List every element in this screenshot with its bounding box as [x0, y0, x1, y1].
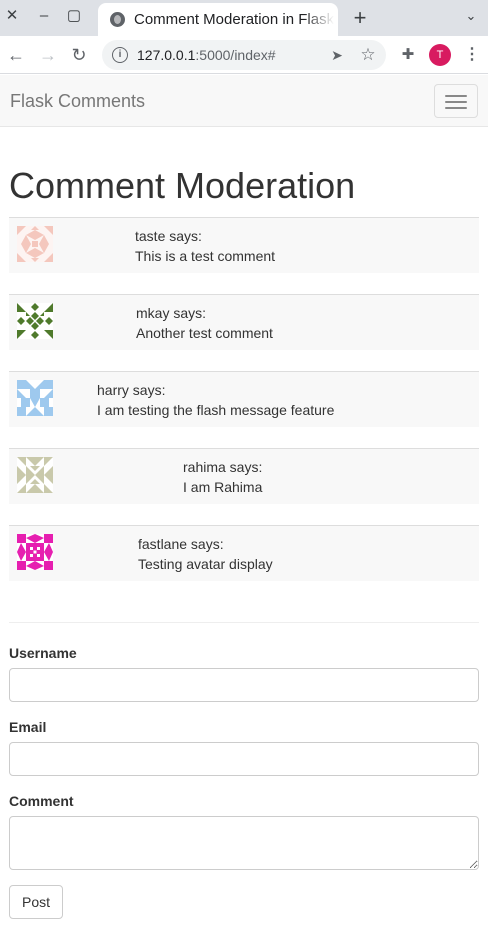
- comment-text: I am testing the flash message feature: [97, 402, 335, 418]
- forward-icon[interactable]: →: [37, 44, 59, 66]
- username-label: Username: [9, 645, 77, 661]
- comment-author: fastlane says:: [138, 536, 224, 552]
- divider: [9, 622, 479, 623]
- username-input[interactable]: [9, 668, 479, 702]
- email-input[interactable]: [9, 742, 479, 776]
- comment-item: mkay says: Another test comment: [9, 294, 479, 350]
- chevron-down-icon[interactable]: ⌄: [460, 8, 482, 28]
- comment-item: harry says: I am testing the flash messa…: [9, 371, 479, 427]
- url-text[interactable]: 127.0.0.1:5000/index#: [137, 47, 276, 63]
- brand-link[interactable]: Flask Comments: [10, 91, 145, 112]
- browser-toolbar: ← → ↻ i 127.0.0.1:5000/index# ➤ ☆ ✚ T ⋮: [0, 36, 488, 74]
- identicon-avatar: [17, 303, 53, 339]
- hamburger-menu-button[interactable]: [434, 84, 478, 118]
- browser-tab[interactable]: Comment Moderation in Flask: [98, 3, 338, 36]
- profile-avatar[interactable]: T: [429, 44, 451, 66]
- identicon-avatar: [17, 534, 53, 570]
- hamburger-bar: [445, 107, 467, 109]
- identicon-avatar: [17, 226, 53, 262]
- comment-item: fastlane says: Testing avatar display: [9, 525, 479, 581]
- comment-author: taste says:: [135, 228, 202, 244]
- comment-label: Comment: [9, 793, 74, 809]
- comment-text: Testing avatar display: [138, 556, 273, 572]
- comment-list: taste says: This is a test comment mkay …: [9, 217, 479, 602]
- identicon-avatar: [17, 457, 53, 493]
- window-minimize-icon[interactable]: –: [34, 6, 54, 26]
- address-bar[interactable]: i 127.0.0.1:5000/index# ➤ ☆: [102, 40, 386, 70]
- comment-text: This is a test comment: [135, 248, 276, 264]
- reload-icon[interactable]: ↻: [68, 44, 90, 66]
- comment-textarea[interactable]: [9, 816, 479, 870]
- menu-kebab-icon[interactable]: ⋮: [462, 45, 482, 65]
- identicon-avatar: [17, 380, 53, 416]
- url-path: :5000/index#: [195, 47, 276, 63]
- star-icon[interactable]: ☆: [358, 45, 378, 65]
- globe-icon: [110, 12, 125, 27]
- window-close-icon[interactable]: ✕: [2, 6, 22, 26]
- comment-text: Another test comment: [136, 325, 273, 341]
- back-icon[interactable]: ←: [5, 44, 27, 66]
- comment-item: taste says: This is a test comment: [9, 217, 479, 273]
- puzzle-icon[interactable]: ✚: [398, 45, 418, 65]
- page-title: Comment Moderation: [9, 165, 356, 206]
- comment-author: harry says:: [97, 382, 166, 398]
- browser-tab-bar: ✕ – ▢ Comment Moderation in Flask + ⌄: [0, 0, 488, 36]
- comment-author: rahima says:: [183, 459, 263, 475]
- comment-author: mkay says:: [136, 305, 207, 321]
- comment-text: I am Rahima: [183, 479, 263, 495]
- send-icon[interactable]: ➤: [328, 46, 346, 64]
- info-icon[interactable]: i: [112, 47, 128, 63]
- window-maximize-icon[interactable]: ▢: [64, 6, 84, 26]
- hamburger-bar: [445, 95, 467, 97]
- hamburger-bar: [445, 101, 467, 103]
- comment-item: rahima says: I am Rahima: [9, 448, 479, 504]
- site-navbar: Flask Comments: [0, 75, 488, 127]
- tab-title: Comment Moderation in Flask: [134, 11, 334, 28]
- email-label: Email: [9, 719, 47, 735]
- new-tab-icon[interactable]: +: [348, 6, 372, 30]
- post-button[interactable]: Post: [9, 885, 63, 919]
- url-host: 127.0.0.1: [137, 47, 196, 63]
